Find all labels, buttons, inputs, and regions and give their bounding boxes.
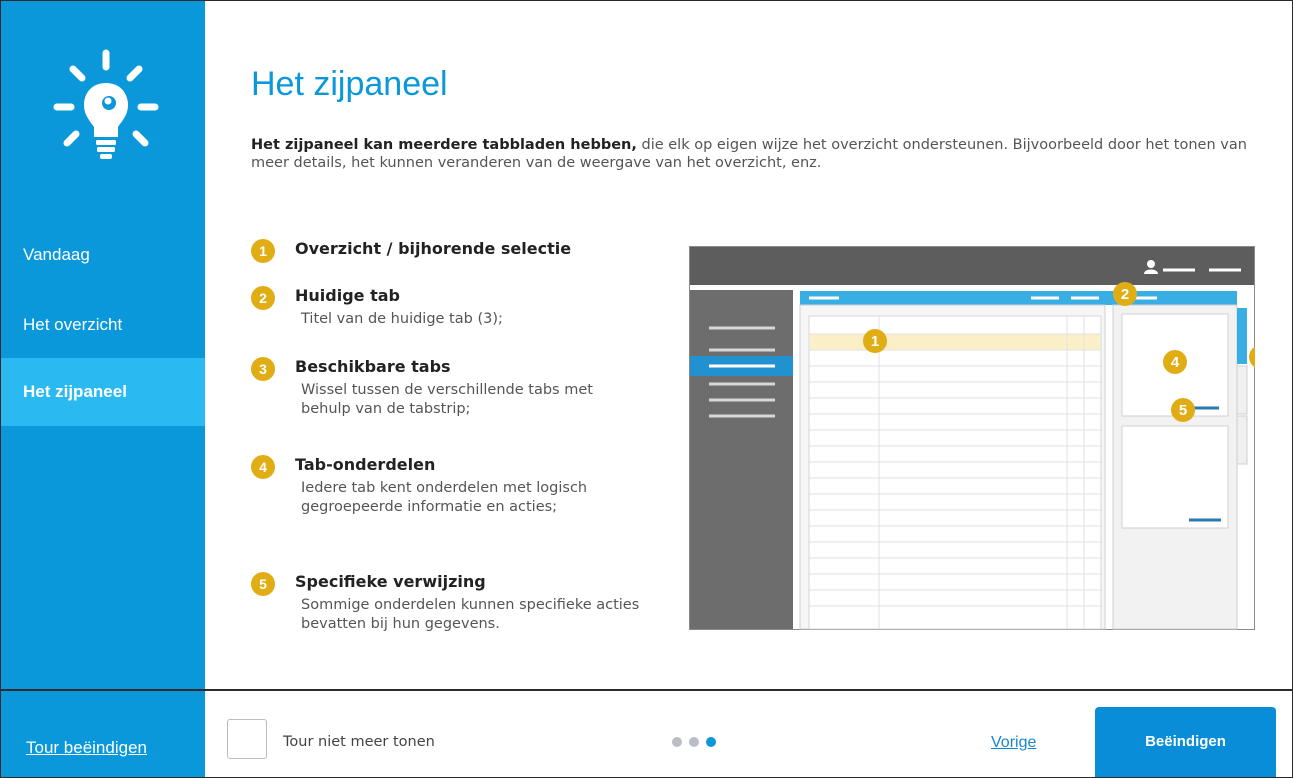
- page-title: Het zijpaneel: [251, 65, 448, 103]
- step-title: Tab-onderdelen: [295, 455, 436, 474]
- tour-dialog: Vandaag Het overzicht Het zijpaneel Het …: [0, 0, 1293, 778]
- sidebar-item-vandaag[interactable]: Vandaag: [1, 221, 205, 289]
- page-dot[interactable]: [689, 737, 699, 747]
- side-panel-illustration: 1 2 3 4 5: [689, 246, 1255, 630]
- illustration-header-bar: [690, 247, 1254, 285]
- lightbulb-icon: [53, 49, 159, 159]
- end-tour-link[interactable]: Tour beëindigen: [26, 738, 147, 758]
- svg-text:1: 1: [871, 333, 879, 350]
- illustration-marker-2: 2: [1113, 282, 1137, 306]
- step-title: Specifieke verwijzing: [295, 572, 486, 591]
- svg-text:5: 5: [1179, 402, 1187, 419]
- footer-sidebar: [1, 691, 205, 777]
- step-number-badge: 2: [251, 286, 275, 310]
- illustration-available-tab: [1237, 308, 1247, 364]
- finish-button[interactable]: Beëindigen: [1095, 707, 1276, 777]
- sidebar: Vandaag Het overzicht Het zijpaneel: [1, 1, 205, 689]
- step-number-badge: 1: [251, 239, 275, 263]
- dont-show-again-label: Tour niet meer tonen: [283, 734, 435, 750]
- step-description: Titel van de huidige tab (3);: [301, 311, 503, 327]
- intro-text: Het zijpaneel kan meerdere tabbladen heb…: [251, 136, 1251, 172]
- step-description: Wissel tussen de verschillende tabs met …: [301, 382, 593, 417]
- dont-show-again-checkbox[interactable]: [227, 719, 267, 759]
- page-indicator: [670, 737, 720, 749]
- step-number-badge: 3: [251, 357, 275, 381]
- sidebar-item-het-overzicht[interactable]: Het overzicht: [1, 291, 205, 359]
- step-title: Huidige tab: [295, 286, 400, 305]
- sidebar-item-het-zijpaneel[interactable]: Het zijpaneel: [1, 358, 205, 426]
- illustration-tab-strip: [800, 291, 1237, 305]
- step-description: Iedere tab kent onderdelen met logisch g…: [301, 480, 588, 515]
- illustration-marker-5: 5: [1171, 398, 1195, 422]
- illustration-selected-row: [810, 334, 1100, 350]
- svg-text:4: 4: [1171, 354, 1180, 371]
- step-title: Beschikbare tabs: [295, 357, 451, 376]
- svg-text:2: 2: [1121, 286, 1129, 303]
- step-title: Overzicht / bijhorende selectie: [295, 239, 572, 258]
- illustration-marker-1: 1: [863, 329, 887, 353]
- step-number-badge: 4: [251, 455, 275, 479]
- page-dot[interactable]: [672, 737, 682, 747]
- illustration-tab-section: [1121, 425, 1229, 529]
- step-description: Sommige onderdelen kunnen specifieke act…: [301, 597, 640, 632]
- illustration-left-nav: [690, 290, 793, 629]
- illustration-marker-4: 4: [1163, 350, 1187, 374]
- intro-bold-text: Het zijpaneel kan meerdere tabbladen heb…: [251, 137, 637, 153]
- page-dot-active[interactable]: [706, 737, 716, 747]
- previous-link[interactable]: Vorige: [991, 734, 1036, 752]
- step-number-badge: 5: [251, 572, 275, 596]
